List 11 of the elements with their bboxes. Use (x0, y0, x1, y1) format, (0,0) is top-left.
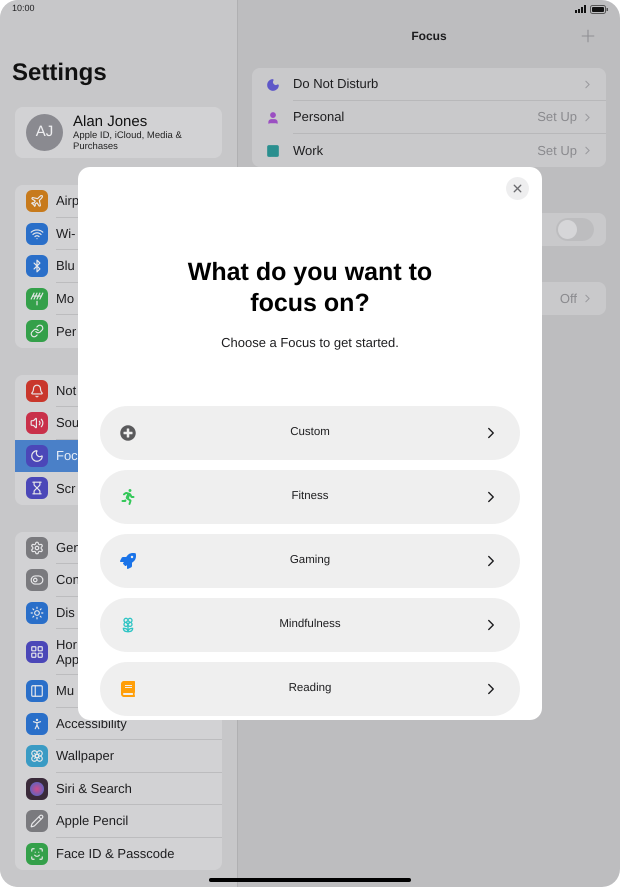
profile-subtitle: Apple ID, iCloud, Media & Purchases (73, 130, 183, 152)
row-value: Set Up (537, 108, 577, 126)
dialog-title: What do you want to focus on? (186, 257, 434, 319)
status-time: 10:00 (12, 2, 35, 16)
dialog-subtitle: Choose a Focus to get started. (221, 334, 399, 352)
row-value: Set Up (537, 142, 577, 160)
profile-name: Alan Jones (73, 113, 148, 130)
page-title: Focus (411, 28, 447, 45)
avatar: AJ (26, 114, 63, 151)
settings-title: Settings (11, 58, 108, 88)
row-value: Off (560, 290, 577, 308)
